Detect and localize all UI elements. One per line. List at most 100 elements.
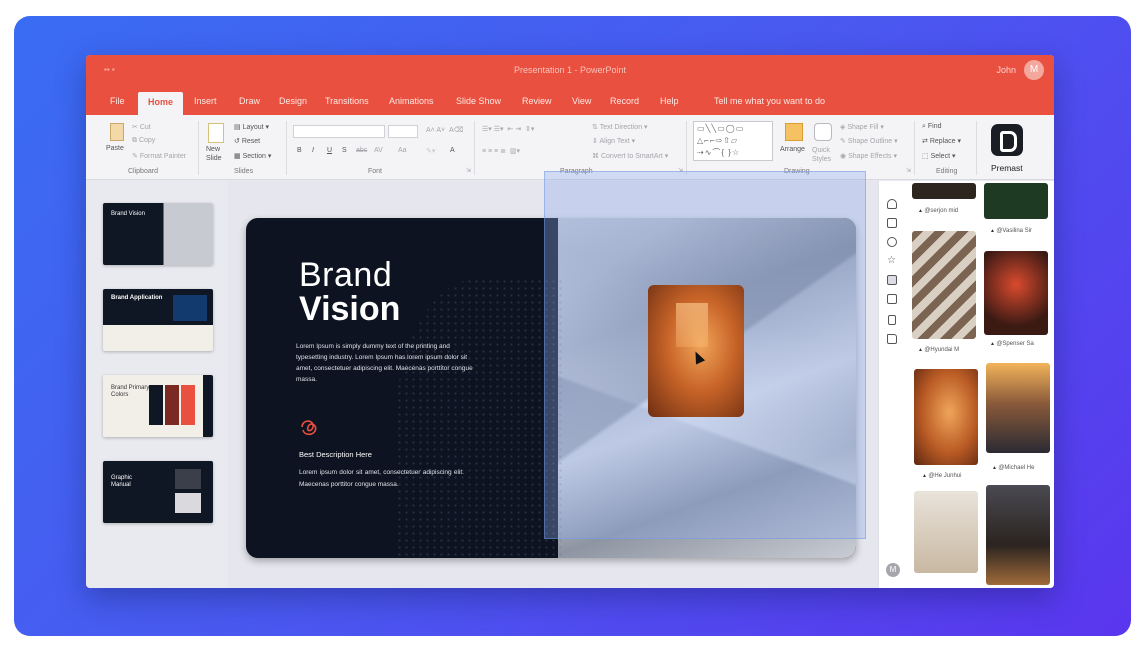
- paste-button[interactable]: Paste: [106, 145, 124, 152]
- tab-view[interactable]: View: [572, 96, 591, 106]
- change-case-button[interactable]: Aa: [398, 147, 407, 154]
- tab-transitions[interactable]: Transitions: [325, 96, 369, 106]
- ribbon-tabs: File Home Insert Draw Design Transitions…: [86, 89, 1054, 115]
- slide-thumbnail[interactable]: Graphic Manual: [103, 461, 213, 523]
- shape-outline-button[interactable]: ✎ Shape Outline ▾: [840, 137, 898, 145]
- replace-button[interactable]: ⇄ Replace ▾: [922, 137, 961, 145]
- text-direction-button[interactable]: ⇅ Text Direction ▾: [592, 123, 648, 131]
- avatar[interactable]: M: [1024, 60, 1044, 80]
- shape-effects-button[interactable]: ◉ Shape Effects ▾: [840, 152, 897, 160]
- image-result[interactable]: [986, 485, 1050, 585]
- image-result[interactable]: [912, 231, 976, 339]
- user-name[interactable]: John: [996, 65, 1016, 75]
- slide-thumbnail[interactable]: Brand Application: [103, 289, 213, 351]
- char-spacing-button[interactable]: AV: [374, 147, 383, 154]
- premast-button[interactable]: Premast: [991, 163, 1023, 173]
- quick-styles-icon[interactable]: [814, 123, 832, 141]
- drawing-dialog-launcher[interactable]: ⇲: [906, 167, 911, 174]
- alignment-buttons[interactable]: ≡ ≡ ≡ ≣ ▥▾: [482, 147, 520, 155]
- tab-file[interactable]: File: [110, 96, 125, 106]
- section-button[interactable]: ▦ Section ▾: [234, 152, 271, 160]
- tab-record[interactable]: Record: [610, 96, 639, 106]
- slide-thumbnail[interactable]: Brand Vision: [103, 203, 213, 265]
- tab-slide-show[interactable]: Slide Show: [456, 96, 501, 106]
- tab-insert[interactable]: Insert: [194, 96, 217, 106]
- text-direction-label: Text Direction: [599, 124, 643, 131]
- paste-icon[interactable]: [110, 123, 124, 141]
- underline-button[interactable]: U: [327, 147, 332, 154]
- arrange-icon[interactable]: [785, 123, 803, 141]
- premast-logo-icon[interactable]: [991, 124, 1023, 156]
- save-icon[interactable]: [888, 315, 896, 325]
- image-result[interactable]: [986, 363, 1050, 453]
- new-slide-button[interactable]: New Slide: [206, 145, 228, 163]
- slide-body-text[interactable]: Lorem Ipsum is simply dummy text of the …: [296, 341, 481, 385]
- image-result[interactable]: [984, 183, 1048, 219]
- italic-button[interactable]: I: [312, 147, 314, 154]
- home-icon[interactable]: [887, 199, 897, 209]
- tab-review[interactable]: Review: [522, 96, 552, 106]
- tab-animations[interactable]: Animations: [389, 96, 434, 106]
- shapes-gallery[interactable]: ▭╲╲▭◯▭ △⌐⌐⇨⇧▱ ⇢∿⌒{ }☆: [693, 121, 773, 161]
- layout-button[interactable]: ▤ Layout ▾: [234, 123, 269, 131]
- cut-button[interactable]: ✂ Cut: [132, 123, 151, 131]
- sticky-note-icon[interactable]: [887, 294, 897, 304]
- image-result[interactable]: [912, 183, 976, 199]
- brand-logo-icon[interactable]: [298, 417, 320, 436]
- separator: [198, 121, 199, 175]
- shape-fill-button[interactable]: ◈ Shape Fill ▾: [840, 123, 884, 131]
- font-dialog-launcher[interactable]: ⇲: [466, 167, 471, 174]
- editing-group-label: Editing: [936, 168, 958, 175]
- image-result[interactable]: [984, 251, 1048, 335]
- thumbnail-image: [175, 493, 201, 513]
- reset-button[interactable]: ↺ Reset: [234, 137, 260, 145]
- image-credit: @Spenser Sa: [990, 341, 1033, 347]
- quick-styles-button[interactable]: Quick Styles: [812, 146, 836, 164]
- font-color-button[interactable]: A: [450, 147, 455, 154]
- image-result[interactable]: [914, 369, 978, 465]
- arrange-button[interactable]: Arrange: [780, 146, 805, 153]
- tab-design[interactable]: Design: [279, 96, 307, 106]
- font-size-select[interactable]: [388, 125, 418, 138]
- description-body[interactable]: Lorem ipsum dolor sit amet, consectetuer…: [299, 467, 464, 491]
- thumbnail-title: Graphic Manual: [111, 475, 133, 488]
- copy-button[interactable]: ⧉ Copy: [132, 137, 155, 145]
- layout-icon[interactable]: [887, 218, 897, 228]
- title-bar: ▪▪ ▪ Presentation 1 - PowerPoint John M: [86, 55, 1054, 89]
- font-name-select[interactable]: [293, 125, 385, 138]
- thumbnail-title: Brand Application: [111, 295, 163, 301]
- tab-draw[interactable]: Draw: [239, 96, 260, 106]
- image-credit: @Michael He: [992, 465, 1034, 471]
- strikethrough-button[interactable]: abc: [356, 147, 367, 154]
- bullets-button[interactable]: ☰▾ ☰▾ ⇤ ⇥ ⇕▾: [482, 125, 534, 133]
- folder-icon[interactable]: [887, 334, 897, 344]
- select-button[interactable]: ⬚ Select ▾: [922, 152, 956, 160]
- star-icon[interactable]: ☆: [887, 256, 897, 266]
- image-search-panel: @serjon mid @Vasilina Sir @Hyundai M @Sp…: [904, 181, 1054, 588]
- separator: [914, 121, 915, 175]
- find-button[interactable]: ⌕ Find: [922, 123, 942, 131]
- tab-home[interactable]: Home: [138, 92, 184, 115]
- description-title[interactable]: Best Description Here: [299, 450, 372, 459]
- align-text-button[interactable]: ⇕ Align Text ▾: [592, 137, 635, 145]
- palette-icon[interactable]: [887, 237, 897, 247]
- bold-button[interactable]: B: [297, 147, 302, 154]
- slide-thumbnail[interactable]: Brand Primary Colors: [103, 375, 213, 437]
- shadow-button[interactable]: S: [342, 147, 347, 154]
- thumbnail-title: Brand Primary Colors: [111, 385, 150, 398]
- tab-help[interactable]: Help: [660, 96, 679, 106]
- highlight-button[interactable]: ✎▾: [426, 147, 435, 155]
- new-slide-icon[interactable]: [208, 123, 224, 143]
- smartart-button[interactable]: ⌘ Convert to SmartArt ▾: [592, 152, 668, 160]
- slide-title-bold[interactable]: Vision: [299, 290, 400, 329]
- avatar[interactable]: M: [886, 563, 900, 577]
- font-size-buttons[interactable]: A˄ A˅ A⌫: [426, 126, 464, 134]
- format-painter-button[interactable]: ✎ Format Painter: [132, 152, 186, 160]
- image-credit: @Hyundai M: [918, 347, 959, 353]
- image-icon[interactable]: [887, 275, 897, 285]
- shape-outline-label: Shape Outline: [847, 138, 893, 145]
- image-result[interactable]: [914, 491, 978, 573]
- layout-label: Layout: [242, 124, 264, 131]
- slide-canvas[interactable]: Brand Vision Lorem Ipsum is simply dummy…: [228, 171, 878, 588]
- tell-me-search[interactable]: Tell me what you want to do: [714, 96, 825, 106]
